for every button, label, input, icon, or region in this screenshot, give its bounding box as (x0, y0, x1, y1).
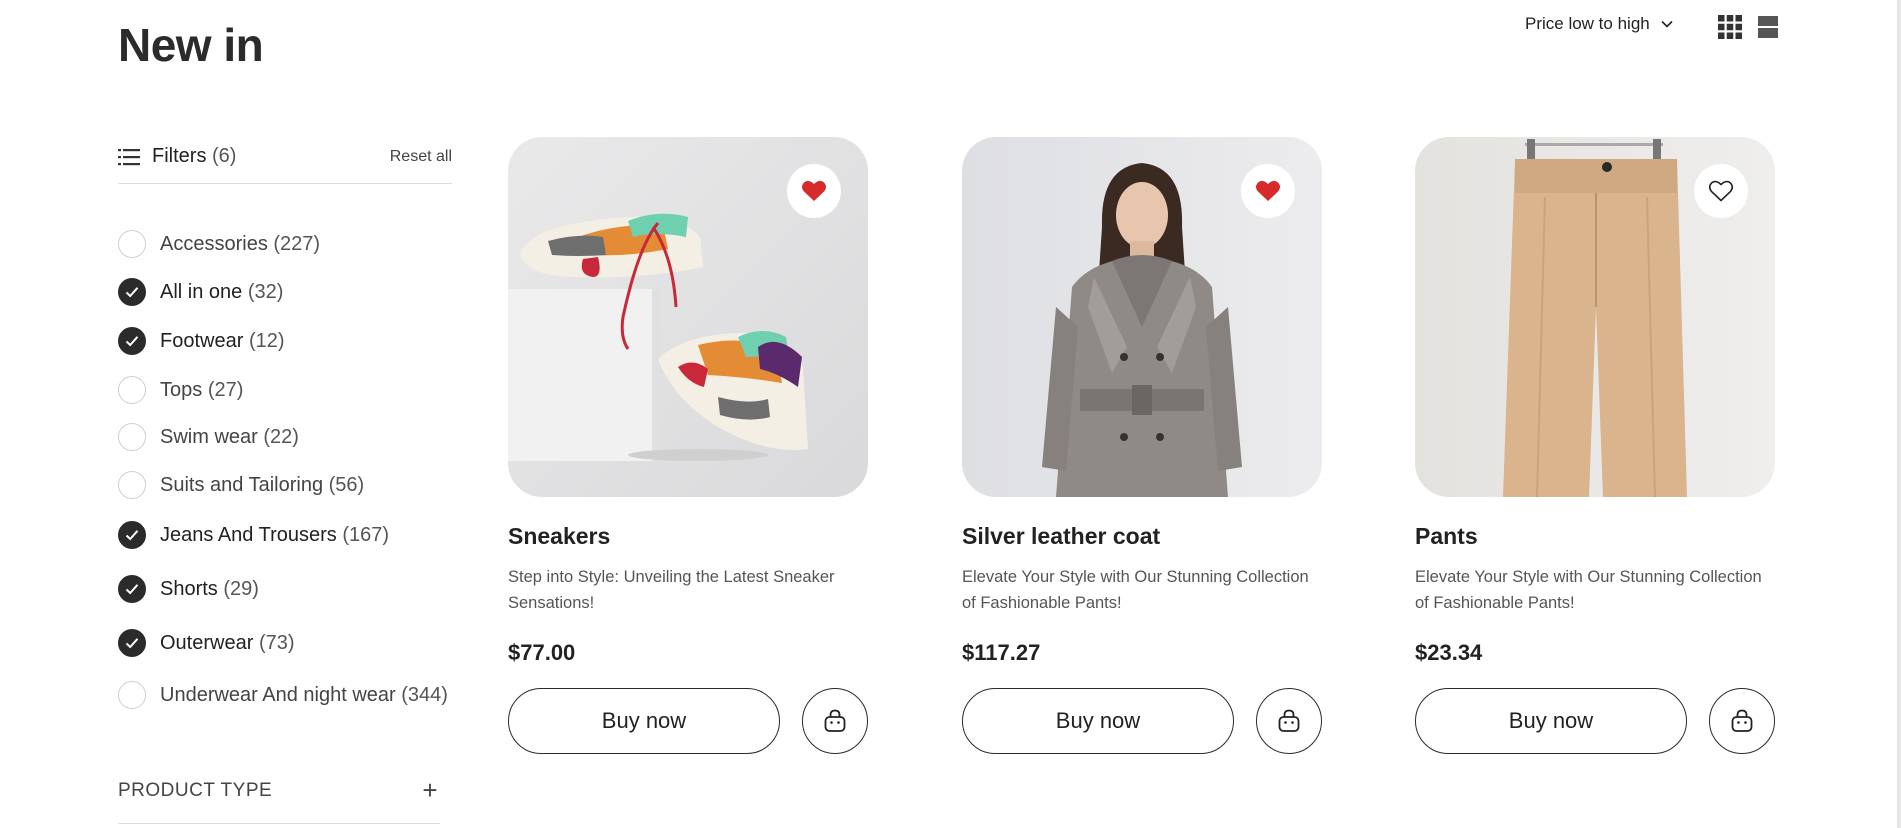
check-icon (125, 530, 139, 541)
product-name[interactable]: Sneakers (508, 523, 868, 550)
filter-label: Tops (160, 378, 203, 401)
product-price: $77.00 (508, 640, 576, 665)
grid-view-icon[interactable] (1718, 15, 1742, 39)
product-card-silver-leather-coat: Silver leather coat Elevate Your Style w… (962, 137, 1322, 754)
product-type-section[interactable]: PRODUCT TYPE + (118, 758, 440, 824)
plus-icon: + (422, 775, 438, 805)
filter-option[interactable]: Footwear (12) (118, 327, 285, 355)
filters-header: Filters (6) Reset all (118, 130, 452, 184)
filters-title: Filters (152, 145, 207, 167)
buy-now-button[interactable]: Buy now (508, 688, 780, 754)
filter-label: Jeans And Trousers (160, 523, 337, 546)
product-image-pants[interactable] (1415, 137, 1775, 497)
filter-sidebar: Filters (6) Reset all Accessories (227) A… (118, 130, 452, 824)
filter-option[interactable]: Jeans And Trousers (167) (118, 521, 389, 549)
filter-count: (344) (401, 683, 448, 706)
shopping-bag-icon (1278, 709, 1300, 732)
checkbox-checked[interactable] (118, 575, 146, 603)
product-image-coat[interactable] (962, 137, 1322, 497)
heart-filled-icon (802, 180, 826, 201)
product-type-label: PRODUCT TYPE (118, 779, 273, 801)
filter-label: Underwear And night wear (160, 683, 396, 706)
product-actions: Buy now (508, 688, 868, 754)
checkbox-checked[interactable] (118, 278, 146, 306)
filter-label: All in one (160, 280, 243, 303)
filter-option[interactable]: All in one (32) (118, 278, 283, 306)
checkbox-checked[interactable] (118, 629, 146, 657)
sort-label: Price low to high (1525, 14, 1650, 33)
product-price: $23.34 (1415, 640, 1483, 665)
heart-filled-icon (1256, 180, 1280, 201)
buy-now-button[interactable]: Buy now (962, 688, 1234, 754)
reset-all-link[interactable]: Reset all (390, 148, 452, 166)
list-view-icon[interactable] (1756, 15, 1780, 39)
filter-count: (32) (247, 280, 284, 303)
chevron-down-icon (1661, 20, 1673, 28)
wishlist-button[interactable] (1241, 164, 1295, 218)
check-icon (125, 336, 139, 347)
checkbox-checked[interactable] (118, 521, 146, 549)
add-to-cart-button[interactable] (1256, 688, 1322, 754)
filter-label: Shorts (160, 577, 218, 600)
filter-option[interactable]: Outerwear (73) (118, 629, 295, 657)
product-description: Step into Style: Unveiling the Latest Sn… (508, 568, 835, 612)
checkbox-unchecked[interactable] (118, 423, 146, 451)
filter-count: (56) (328, 473, 365, 496)
buy-now-button[interactable]: Buy now (1415, 688, 1687, 754)
product-description: Elevate Your Style with Our Stunning Col… (1415, 568, 1762, 612)
product-name[interactable]: Pants (1415, 523, 1775, 550)
filter-option[interactable]: Tops (27) (118, 376, 243, 404)
filter-count: (22) (263, 425, 299, 448)
product-description: Elevate Your Style with Our Stunning Col… (962, 568, 1309, 612)
view-toggle (1718, 15, 1780, 39)
wishlist-button[interactable] (787, 164, 841, 218)
shopping-bag-icon (824, 709, 846, 732)
filters-count: (6) (212, 145, 237, 167)
check-icon (125, 584, 139, 595)
checkbox-unchecked[interactable] (118, 230, 146, 258)
filter-label: Suits and Tailoring (160, 473, 324, 496)
filter-option[interactable]: Underwear And night wear (344) (118, 681, 448, 709)
add-to-cart-button[interactable] (1709, 688, 1775, 754)
filter-count: (29) (223, 577, 259, 600)
checkbox-unchecked[interactable] (118, 376, 146, 404)
add-to-cart-button[interactable] (802, 688, 868, 754)
filter-label: Swim wear (160, 425, 258, 448)
check-icon (125, 287, 139, 298)
filter-count: (27) (207, 378, 244, 401)
page-title: New in (118, 19, 264, 71)
list-icon (118, 148, 140, 165)
checkbox-unchecked[interactable] (118, 681, 146, 709)
filters-toggle[interactable]: Filters (6) (118, 145, 236, 168)
wishlist-button[interactable] (1694, 164, 1748, 218)
filter-option[interactable]: Accessories (227) (118, 230, 320, 258)
page-scrollbar[interactable] (1897, 0, 1901, 828)
filter-label: Accessories (160, 232, 268, 255)
filter-count: (73) (258, 631, 295, 654)
filter-option[interactable]: Suits and Tailoring (56) (118, 471, 364, 499)
filter-count: (227) (273, 232, 321, 255)
filter-option[interactable]: Shorts (29) (118, 575, 259, 603)
product-card-pants: Pants Elevate Your Style with Our Stunni… (1415, 137, 1775, 754)
heart-outline-icon (1708, 180, 1734, 202)
product-price: $117.27 (962, 640, 1041, 665)
sort-dropdown[interactable]: Price low to high (1525, 14, 1674, 34)
check-icon (125, 638, 139, 649)
shopping-bag-icon (1731, 709, 1753, 732)
filter-label: Footwear (160, 329, 244, 352)
product-actions: Buy now (1415, 688, 1775, 754)
filter-count: (12) (248, 329, 285, 352)
product-image-sneakers[interactable] (508, 137, 868, 497)
checkbox-unchecked[interactable] (118, 471, 146, 499)
product-actions: Buy now (962, 688, 1322, 754)
product-name[interactable]: Silver leather coat (962, 523, 1322, 550)
product-card-sneakers: Sneakers Step into Style: Unveiling the … (508, 137, 868, 754)
filter-label: Outerwear (160, 631, 254, 654)
filter-option[interactable]: Swim wear (22) (118, 423, 299, 451)
filter-count: (167) (342, 523, 390, 546)
checkbox-checked[interactable] (118, 327, 146, 355)
